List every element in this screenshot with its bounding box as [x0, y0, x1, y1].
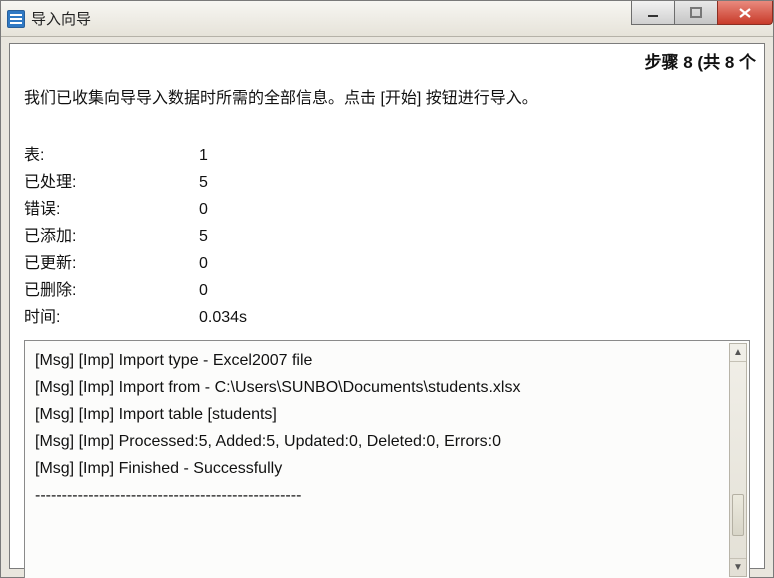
step-indicator: 步骤 8 (共 8 个 [645, 48, 756, 73]
stat-value: 0 [199, 196, 208, 223]
stat-value: 0.034s [199, 304, 247, 331]
window-title: 导入向导 [31, 8, 91, 29]
stat-label: 错误: [24, 196, 199, 223]
titlebar[interactable]: 导入向导 [1, 1, 773, 37]
stat-label: 时间: [24, 304, 199, 331]
stat-label: 已更新: [24, 250, 199, 277]
stat-value: 5 [199, 169, 208, 196]
stat-label: 表: [24, 142, 199, 169]
stats-row: 表:1 [24, 142, 247, 169]
scroll-down-icon[interactable]: ▼ [730, 558, 746, 576]
stat-label: 已删除: [24, 277, 199, 304]
stats-row: 错误:0 [24, 196, 247, 223]
stat-label: 已添加: [24, 223, 199, 250]
stat-value: 0 [199, 250, 208, 277]
close-button[interactable] [717, 1, 773, 25]
scroll-up-icon[interactable]: ▲ [730, 344, 746, 362]
app-icon [7, 10, 25, 28]
stats-row: 已添加:5 [24, 223, 247, 250]
maximize-button[interactable] [674, 1, 718, 25]
log-content: [Msg] [Imp] Import type - Excel2007 file… [35, 347, 721, 573]
intro-text: 我们已收集向导导入数据时所需的全部信息。点击 [开始] 按钮进行导入。 [24, 84, 538, 108]
scrollbar[interactable]: ▲ ▼ [729, 343, 747, 577]
log-box: [Msg] [Imp] Import type - Excel2007 file… [24, 340, 750, 578]
scroll-thumb[interactable] [732, 494, 744, 536]
import-wizard-window: 导入向导 步骤 8 (共 8 个 我们已收集向导导入数据时所需的全部信息。点击 … [0, 0, 774, 578]
stat-value: 0 [199, 277, 208, 304]
stats-table: 表:1已处理:5错误:0已添加:5已更新:0已删除:0时间:0.034s [24, 142, 247, 331]
stats-row: 已更新:0 [24, 250, 247, 277]
minimize-button[interactable] [631, 1, 675, 25]
stat-value: 1 [199, 142, 208, 169]
stat-label: 已处理: [24, 169, 199, 196]
stats-row: 已删除:0 [24, 277, 247, 304]
wizard-panel: 步骤 8 (共 8 个 我们已收集向导导入数据时所需的全部信息。点击 [开始] … [9, 43, 765, 569]
window-controls [632, 1, 773, 27]
stat-value: 5 [199, 223, 208, 250]
stats-row: 时间:0.034s [24, 304, 247, 331]
stats-row: 已处理:5 [24, 169, 247, 196]
